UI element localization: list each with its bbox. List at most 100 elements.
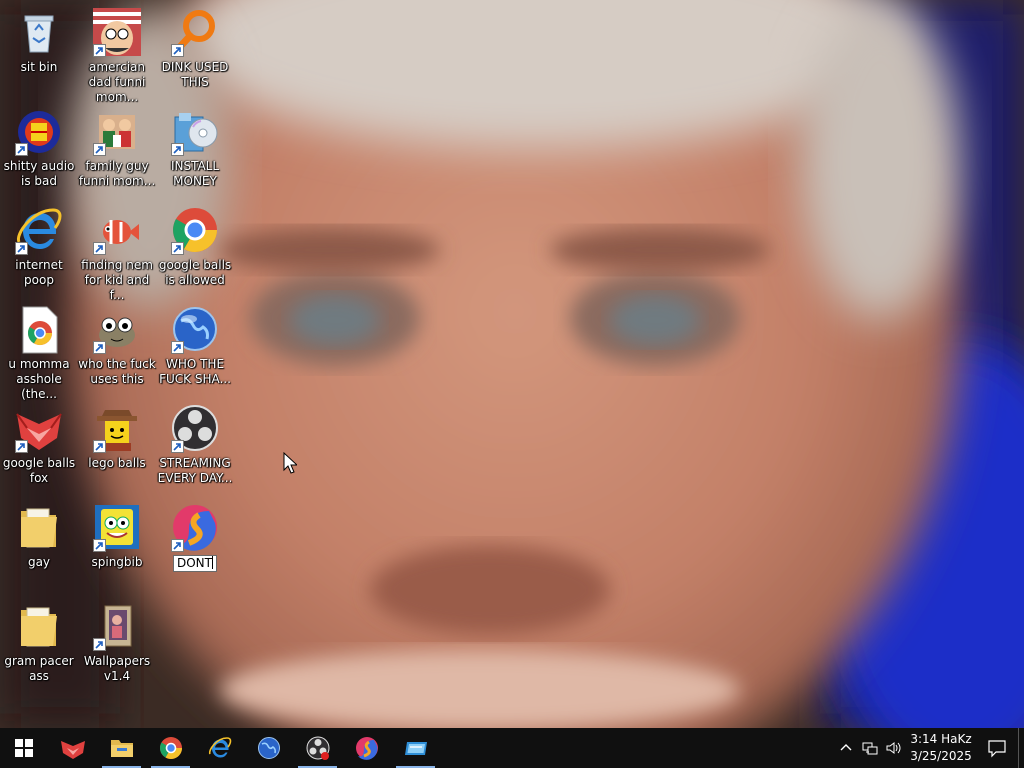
taskbar-swirl-app[interactable] — [342, 728, 391, 768]
taskbar-file-explorer[interactable] — [97, 728, 146, 768]
icon-label: DINK USED THIS — [161, 60, 229, 89]
shortcut-arrow-icon — [93, 143, 106, 156]
globe-icon — [257, 737, 280, 759]
desktop-icon-wallpapers[interactable]: Wallpapers v1.4 — [78, 596, 156, 692]
folder-icon — [13, 501, 65, 553]
shortcut-arrow-icon — [15, 440, 28, 453]
desktop-icon-american-dad[interactable]: amercian dad funni mom... — [78, 2, 156, 104]
taskbar-globe-app[interactable] — [244, 728, 293, 768]
desktop-icon-red-fox-browser[interactable]: google balls fox — [0, 398, 78, 494]
shortcut-arrow-icon — [93, 242, 106, 255]
desktop-icon-gimp[interactable]: who the fuck uses this — [78, 299, 156, 395]
chrome-icon — [159, 737, 182, 759]
sponge-icon — [91, 501, 143, 553]
internet-explorer-icon — [208, 737, 231, 758]
shortcut-arrow-icon — [93, 539, 106, 552]
internet-explorer-icon — [13, 204, 65, 256]
obs-icon — [306, 736, 329, 760]
red-fox-browser-icon — [13, 402, 65, 454]
obs-icon — [169, 402, 221, 454]
notification-icon — [988, 740, 1006, 758]
desktop-icon-chrome-document[interactable]: u momma asshole (the... — [0, 299, 78, 401]
desktop-icon-folder-gram[interactable]: gram pacer ass — [0, 596, 78, 692]
recycle-bin-icon — [13, 6, 65, 58]
taskbar-window-app[interactable] — [391, 728, 440, 768]
speaker-icon — [886, 742, 901, 754]
start-button[interactable] — [0, 728, 48, 768]
desktop[interactable]: sit bin shitty audio is bad internet poo… — [0, 0, 1024, 728]
icon-label: sit bin — [20, 60, 58, 74]
shortcut-arrow-icon — [93, 44, 106, 57]
desktop-icon-folder-gay[interactable]: gay — [0, 497, 78, 593]
desktop-icon-renaming[interactable]: DONT — [156, 497, 234, 593]
shortcut-arrow-icon — [15, 242, 28, 255]
folder-icon — [13, 600, 65, 652]
shortcut-arrow-icon — [93, 440, 106, 453]
taskbar-internet-explorer[interactable] — [195, 728, 244, 768]
desktop-icon-globe[interactable]: WHO THE FUCK SHA... — [156, 299, 234, 395]
magnifier-app-icon — [169, 6, 221, 58]
rename-text-field[interactable]: DONT — [173, 555, 217, 572]
mouse-pointer-icon — [283, 452, 297, 474]
taskbar-chrome[interactable] — [146, 728, 195, 768]
icon-label: who the fuck uses this — [78, 357, 156, 386]
show-hidden-icons-button[interactable] — [834, 728, 858, 768]
desktop-icon-finding-nemo[interactable]: finding nem for kid and f... — [78, 200, 156, 302]
shortcut-arrow-icon — [171, 539, 184, 552]
desktop-icon-install-money[interactable]: INSTALL MONEY — [156, 101, 234, 197]
chrome-icon — [169, 204, 221, 256]
desktop-icon-internet-explorer[interactable]: internet poop — [0, 200, 78, 296]
taskbar-red-fox-browser[interactable] — [48, 728, 97, 768]
icon-label: WHO THE FUCK SHA... — [159, 357, 231, 386]
cartoon-group-icon — [91, 105, 143, 157]
swirl-app-icon — [355, 737, 378, 760]
icon-label: lego balls — [88, 456, 146, 470]
red-fox-browser-icon — [60, 741, 85, 759]
shortcut-arrow-icon — [15, 143, 28, 156]
system-tray: 3:14 HaKz 3/25/2025 — [834, 728, 1024, 768]
taskbar-obs[interactable] — [293, 728, 342, 768]
audio-app-icon — [13, 105, 65, 157]
desktop-icon-dink[interactable]: DINK USED THIS — [156, 2, 234, 98]
shortcut-arrow-icon — [171, 44, 184, 57]
show-desktop-button[interactable] — [1018, 728, 1024, 768]
file-explorer-icon — [110, 740, 133, 757]
action-center-button[interactable] — [976, 728, 1018, 768]
taskbar: 3:14 HaKz 3/25/2025 — [0, 728, 1024, 768]
icon-label: finding nem for kid and f... — [81, 258, 153, 302]
desktop-icon-audio[interactable]: shitty audio is bad — [0, 101, 78, 197]
clock-time: 3:14 HaKz — [910, 732, 972, 746]
desktop-icon-recycle-bin[interactable]: sit bin — [0, 2, 78, 98]
desktop-icon-spongebob[interactable]: spingbib — [78, 497, 156, 593]
gimp-icon — [91, 303, 143, 355]
icon-label: gram pacer ass — [4, 654, 74, 683]
swirl-app-icon — [169, 501, 221, 553]
shortcut-arrow-icon — [93, 341, 106, 354]
globe-icon — [169, 303, 221, 355]
wallpaper-app-icon — [91, 600, 143, 652]
icon-label: Wallpapers v1.4 — [83, 654, 151, 683]
icon-label: INSTALL MONEY — [170, 159, 220, 188]
desktop-icon-family-guy[interactable]: family guy funni mom... — [78, 101, 156, 197]
fish-icon — [91, 204, 143, 256]
taskbar-clock[interactable]: 3:14 HaKz 3/25/2025 — [906, 731, 976, 765]
icon-label: gay — [27, 555, 51, 569]
shortcut-arrow-icon — [171, 242, 184, 255]
rename-text: DONT — [177, 556, 212, 570]
icon-label: STREAMING EVERY DAY... — [157, 456, 233, 485]
network-button[interactable] — [858, 728, 882, 768]
desktop-icon-obs[interactable]: STREAMING EVERY DAY... — [156, 398, 234, 494]
chevron-up-icon — [840, 744, 852, 751]
shortcut-arrow-icon — [171, 440, 184, 453]
shortcut-arrow-icon — [93, 638, 106, 651]
window-app-icon — [404, 742, 427, 755]
windows-logo-icon — [15, 739, 33, 757]
desktop-icon-chrome[interactable]: google balls is allowed — [156, 200, 234, 296]
desktop-icon-lego[interactable]: lego balls — [78, 398, 156, 494]
volume-button[interactable] — [882, 728, 906, 768]
icon-label: u momma asshole (the... — [8, 357, 70, 401]
icon-label: spingbib — [91, 555, 143, 569]
shortcut-arrow-icon — [171, 143, 184, 156]
installer-icon — [169, 105, 221, 157]
clock-date: 3/25/2025 — [910, 749, 972, 763]
